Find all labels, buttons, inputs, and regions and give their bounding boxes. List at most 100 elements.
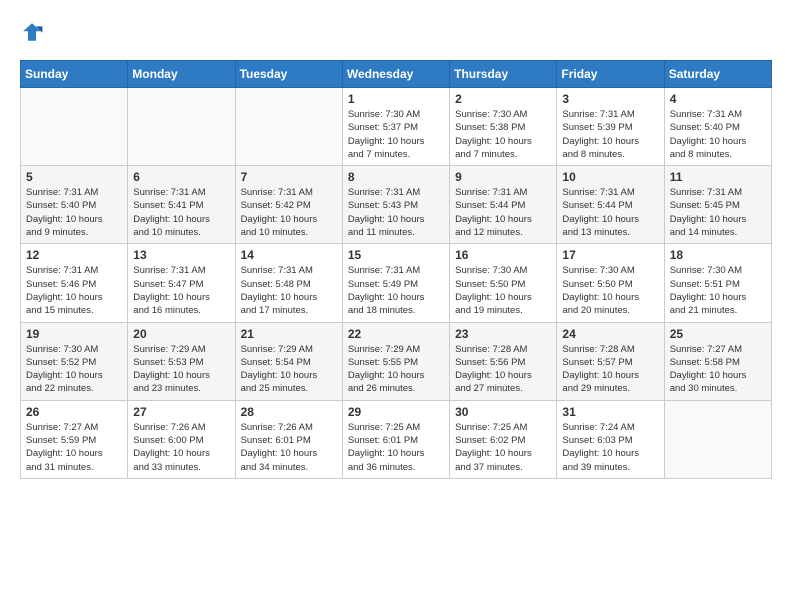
calendar-cell: 4Sunrise: 7:31 AMSunset: 5:40 PMDaylight… — [664, 88, 771, 166]
calendar-cell: 26Sunrise: 7:27 AMSunset: 5:59 PMDayligh… — [21, 400, 128, 478]
day-info: Sunrise: 7:30 AMSunset: 5:52 PMDaylight:… — [26, 343, 122, 396]
day-info: Sunrise: 7:31 AMSunset: 5:45 PMDaylight:… — [670, 186, 766, 239]
day-info: Sunrise: 7:28 AMSunset: 5:56 PMDaylight:… — [455, 343, 551, 396]
day-number: 3 — [562, 92, 658, 106]
day-number: 19 — [26, 327, 122, 341]
calendar-cell: 27 Sunrise: 7:26 AMSunset: 6:00 PMDayligh… — [128, 400, 235, 478]
day-info: Sunrise: 7:31 AMSunset: 5:43 PMDaylight:… — [348, 186, 444, 239]
calendar-cell: 25Sunrise: 7:27 AMSunset: 5:58 PMDayligh… — [664, 322, 771, 400]
day-number: 30 — [455, 405, 551, 419]
day-info: Sunrise: 7:28 AMSunset: 5:57 PMDaylight:… — [562, 343, 658, 396]
day-number: 9 — [455, 170, 551, 184]
day-info: Sunrise: 7:31 AMSunset: 5:44 PMDaylight:… — [562, 186, 658, 239]
weekday-header-friday: Friday — [557, 61, 664, 88]
weekday-header-tuesday: Tuesday — [235, 61, 342, 88]
day-number: 28 — [241, 405, 337, 419]
calendar-cell: 24 Sunrise: 7:28 AMSunset: 5:57 PMDayligh… — [557, 322, 664, 400]
calendar-cell: 8 Sunrise: 7:31 AMSunset: 5:43 PMDaylight… — [342, 166, 449, 244]
day-info: Sunrise: 7:24 AMSunset: 6:03 PMDaylight:… — [562, 421, 658, 474]
day-number: 27 — [133, 405, 229, 419]
day-info: Sunrise: 7:26 AMSunset: 6:01 PMDaylight:… — [241, 421, 337, 474]
calendar-cell: 30Sunrise: 7:25 AMSunset: 6:02 PMDayligh… — [450, 400, 557, 478]
calendar-cell — [664, 400, 771, 478]
page-header — [20, 20, 772, 44]
day-number: 12 — [26, 248, 122, 262]
calendar-cell: 31 Sunrise: 7:24 AMSunset: 6:03 PMDayligh… — [557, 400, 664, 478]
day-info: Sunrise: 7:31 AMSunset: 5:39 PMDaylight:… — [562, 108, 658, 161]
weekday-header-saturday: Saturday — [664, 61, 771, 88]
day-number: 15 — [348, 248, 444, 262]
calendar-cell: 10 Sunrise: 7:31 AMSunset: 5:44 PMDayligh… — [557, 166, 664, 244]
calendar-cell: 17Sunrise: 7:30 AMSunset: 5:50 PMDayligh… — [557, 244, 664, 322]
day-info: Sunrise: 7:31 AMSunset: 5:42 PMDaylight:… — [241, 186, 337, 239]
calendar-cell: 6 Sunrise: 7:31 AMSunset: 5:41 PMDaylight… — [128, 166, 235, 244]
calendar-cell: 29 Sunrise: 7:25 AMSunset: 6:01 PMDayligh… — [342, 400, 449, 478]
calendar-cell: 7Sunrise: 7:31 AMSunset: 5:42 PMDaylight… — [235, 166, 342, 244]
day-number: 22 — [348, 327, 444, 341]
calendar-cell: 20Sunrise: 7:29 AMSunset: 5:53 PMDayligh… — [128, 322, 235, 400]
calendar-cell: 16 Sunrise: 7:30 AMSunset: 5:50 PMDayligh… — [450, 244, 557, 322]
weekday-header-wednesday: Wednesday — [342, 61, 449, 88]
day-number: 6 — [133, 170, 229, 184]
weekday-header-sunday: Sunday — [21, 61, 128, 88]
day-info: Sunrise: 7:30 AMSunset: 5:50 PMDaylight:… — [455, 264, 551, 317]
calendar-cell: 15 Sunrise: 7:31 AMSunset: 5:49 PMDayligh… — [342, 244, 449, 322]
day-number: 31 — [562, 405, 658, 419]
day-info: Sunrise: 7:25 AMSunset: 6:01 PMDaylight:… — [348, 421, 444, 474]
calendar-week-row: 1 Sunrise: 7:30 AMSunset: 5:37 PMDaylight… — [21, 88, 772, 166]
day-number: 21 — [241, 327, 337, 341]
day-number: 17 — [562, 248, 658, 262]
logo — [20, 20, 48, 44]
day-number: 5 — [26, 170, 122, 184]
day-number: 26 — [26, 405, 122, 419]
calendar-cell: 3 Sunrise: 7:31 AMSunset: 5:39 PMDaylight… — [557, 88, 664, 166]
calendar-cell: 18 Sunrise: 7:30 AMSunset: 5:51 PMDayligh… — [664, 244, 771, 322]
calendar-cell: 21 Sunrise: 7:29 AMSunset: 5:54 PMDayligh… — [235, 322, 342, 400]
calendar-cell: 2 Sunrise: 7:30 AMSunset: 5:38 PMDaylight… — [450, 88, 557, 166]
day-info: Sunrise: 7:26 AMSunset: 6:00 PMDaylight:… — [133, 421, 229, 474]
day-info: Sunrise: 7:30 AMSunset: 5:38 PMDaylight:… — [455, 108, 551, 161]
calendar-body: 1 Sunrise: 7:30 AMSunset: 5:37 PMDaylight… — [21, 88, 772, 479]
day-info: Sunrise: 7:31 AMSunset: 5:49 PMDaylight:… — [348, 264, 444, 317]
calendar-week-row: 26Sunrise: 7:27 AMSunset: 5:59 PMDayligh… — [21, 400, 772, 478]
calendar-cell: 1 Sunrise: 7:30 AMSunset: 5:37 PMDaylight… — [342, 88, 449, 166]
calendar-week-row: 12 Sunrise: 7:31 AMSunset: 5:46 PMDayligh… — [21, 244, 772, 322]
day-info: Sunrise: 7:31 AMSunset: 5:46 PMDaylight:… — [26, 264, 122, 317]
day-number: 1 — [348, 92, 444, 106]
calendar-cell: 13Sunrise: 7:31 AMSunset: 5:47 PMDayligh… — [128, 244, 235, 322]
day-number: 10 — [562, 170, 658, 184]
day-number: 11 — [670, 170, 766, 184]
calendar-cell: 28 Sunrise: 7:26 AMSunset: 6:01 PMDayligh… — [235, 400, 342, 478]
calendar-week-row: 5Sunrise: 7:31 AMSunset: 5:40 PMDaylight… — [21, 166, 772, 244]
day-info: Sunrise: 7:29 AMSunset: 5:54 PMDaylight:… — [241, 343, 337, 396]
day-number: 24 — [562, 327, 658, 341]
day-info: Sunrise: 7:31 AMSunset: 5:41 PMDaylight:… — [133, 186, 229, 239]
weekday-header-row: SundayMondayTuesdayWednesdayThursdayFrid… — [21, 61, 772, 88]
day-number: 2 — [455, 92, 551, 106]
calendar-cell: 11 Sunrise: 7:31 AMSunset: 5:45 PMDayligh… — [664, 166, 771, 244]
day-number: 20 — [133, 327, 229, 341]
day-number: 29 — [348, 405, 444, 419]
logo-icon — [20, 20, 44, 44]
day-info: Sunrise: 7:30 AMSunset: 5:37 PMDaylight:… — [348, 108, 444, 161]
day-number: 4 — [670, 92, 766, 106]
calendar-cell: 23 Sunrise: 7:28 AMSunset: 5:56 PMDayligh… — [450, 322, 557, 400]
day-number: 8 — [348, 170, 444, 184]
calendar-table: SundayMondayTuesdayWednesdayThursdayFrid… — [20, 60, 772, 479]
day-info: Sunrise: 7:30 AMSunset: 5:51 PMDaylight:… — [670, 264, 766, 317]
calendar-cell: 12 Sunrise: 7:31 AMSunset: 5:46 PMDayligh… — [21, 244, 128, 322]
calendar-cell: 5Sunrise: 7:31 AMSunset: 5:40 PMDaylight… — [21, 166, 128, 244]
day-number: 23 — [455, 327, 551, 341]
calendar-cell — [235, 88, 342, 166]
calendar-cell: 19 Sunrise: 7:30 AMSunset: 5:52 PMDayligh… — [21, 322, 128, 400]
day-number: 16 — [455, 248, 551, 262]
day-number: 18 — [670, 248, 766, 262]
weekday-header-monday: Monday — [128, 61, 235, 88]
day-info: Sunrise: 7:29 AMSunset: 5:55 PMDaylight:… — [348, 343, 444, 396]
day-info: Sunrise: 7:31 AMSunset: 5:48 PMDaylight:… — [241, 264, 337, 317]
calendar-header: SundayMondayTuesdayWednesdayThursdayFrid… — [21, 61, 772, 88]
weekday-header-thursday: Thursday — [450, 61, 557, 88]
calendar-week-row: 19 Sunrise: 7:30 AMSunset: 5:52 PMDayligh… — [21, 322, 772, 400]
day-info: Sunrise: 7:31 AMSunset: 5:44 PMDaylight:… — [455, 186, 551, 239]
calendar-cell — [128, 88, 235, 166]
